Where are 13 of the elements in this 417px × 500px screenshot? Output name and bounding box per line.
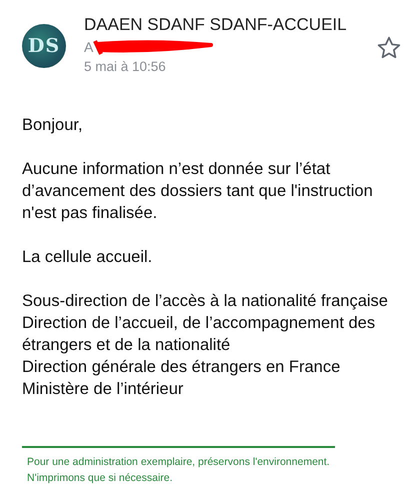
sender-name: DAAEN SDANF SDANF-ACCUEIL (84, 14, 348, 36)
message-text: Sous-direction de l’accès à la nationalité française (22, 291, 389, 312)
date-text: 5 mai à 10:56 (84, 58, 167, 76)
message-text: Bonjour, (22, 115, 84, 136)
footer-note: Pour une administration exemplaire, préservons l'environnement. (26, 455, 331, 470)
footer-note: N'imprimons que si nécessaire. (26, 471, 174, 486)
message-text: Direction de l’accueil, de l’accompagnement des étrangers et de la nationalité (22, 313, 376, 356)
message-text: La cellule accueil. (22, 247, 154, 268)
message-text: Direction générale des étrangers en France (22, 357, 342, 378)
recipient-text: A (84, 39, 94, 55)
message-text: Aucune information n’est donnée sur l’état d’avancement des dossiers tant que l'instruction n'est pas finalisée. (22, 159, 374, 224)
avatar-logo: DS (22, 24, 66, 68)
message-text: Ministère de l’intérieur (22, 379, 184, 400)
